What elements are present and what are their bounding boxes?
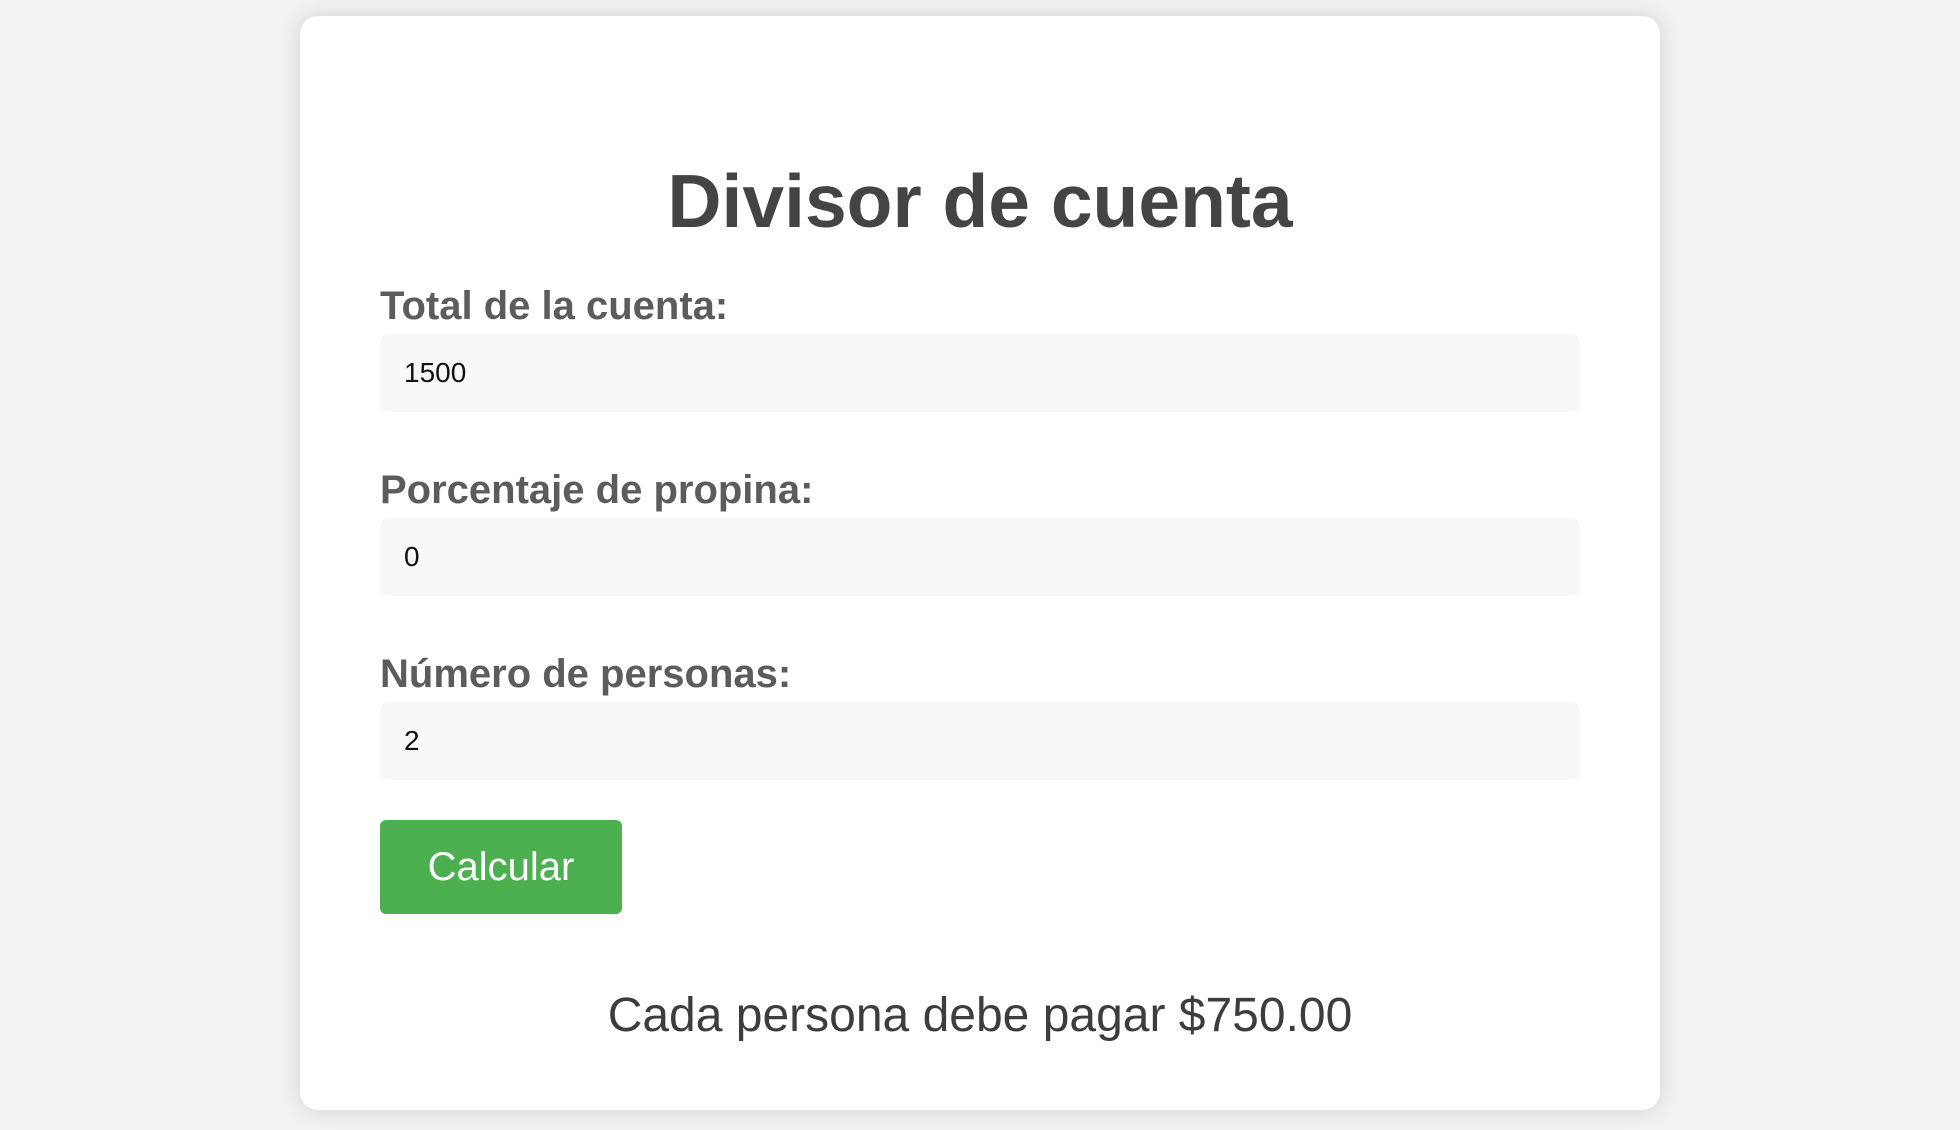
total-label: Total de la cuenta: [380,284,729,328]
tip-percentage-input[interactable] [380,518,1580,596]
result-text: Cada persona debe pagar $750.00 [607,989,1353,1042]
people-count-label: Número de personas: [380,652,792,696]
tip-percentage-label: Porcentaje de propina: [380,468,814,512]
calculate-button[interactable]: Calcular [380,820,622,914]
page-title: Divisor de cuenta [667,159,1293,243]
bill-splitter-card: Divisor de cuenta Total de la cuenta: Po… [300,16,1660,1110]
people-count-input[interactable] [380,702,1580,780]
total-input[interactable] [380,334,1580,412]
